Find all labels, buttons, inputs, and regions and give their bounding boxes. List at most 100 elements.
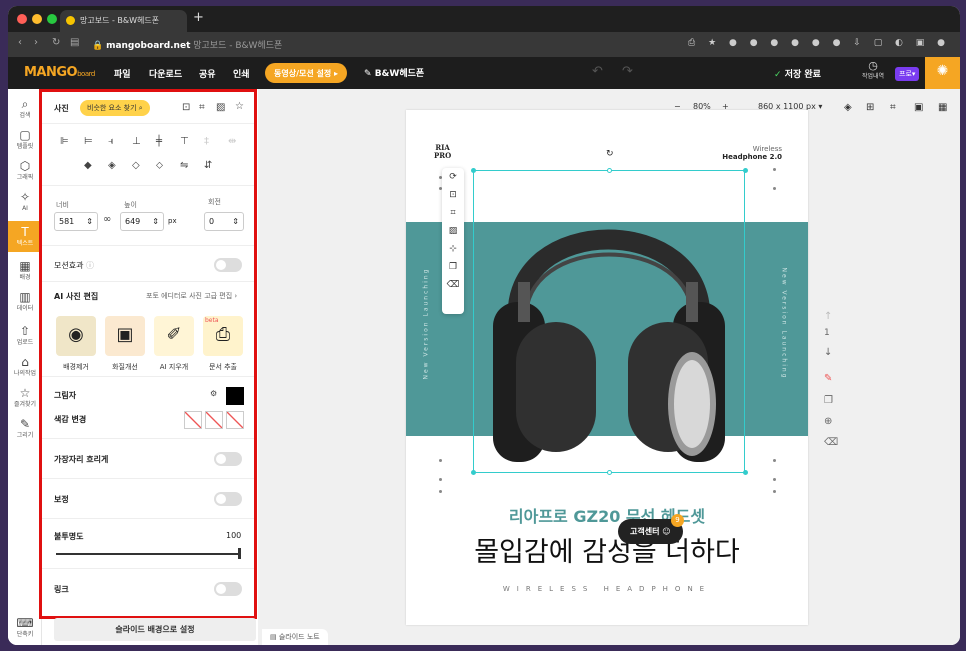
send-backward-icon[interactable]: ◇ [132,160,140,171]
align-bottom-icon[interactable]: ⊥ [132,136,141,147]
sync-icon[interactable]: ⟳ [442,168,464,186]
close-window-icon[interactable] [17,14,27,24]
image-replace-icon[interactable]: ▨ [216,102,225,113]
link-ratio-icon[interactable]: ∞ [103,214,111,225]
shortcut-button[interactable]: ⌨ 단축키 [8,616,42,639]
design-headline[interactable]: 몰입감에 감성을 더하다 [406,530,808,569]
browser-tab[interactable]: 망고보드 - B&W헤드폰 [60,10,187,32]
rotate-field[interactable]: 0 ⇕ [204,212,244,231]
add-page-icon[interactable]: ⊕ [824,416,832,427]
sidebar-item-favorite[interactable]: ☆ 즐겨찾기 [8,386,42,409]
color-swatch-3[interactable] [226,411,244,429]
history-button[interactable]: ◷ 작업내역 [859,60,887,82]
selection-box[interactable] [473,170,745,473]
back-icon[interactable]: ‹ [18,37,22,48]
extension-icons[interactable]: ⎙ ★ ● ● ● ● ● ● ⇩ ▢ ◐ ▣ ● [688,38,950,48]
sidebar-item-data[interactable]: ▥ 데이터 [8,290,42,313]
lock-icon[interactable]: ⊡ [442,186,464,204]
design-canvas[interactable]: RIA PRO Wireless Headphone 2.0 New Version… [406,110,808,625]
star-icon[interactable]: ☆ [235,101,244,112]
motion-toggle[interactable] [214,258,242,272]
bring-front-icon[interactable]: ◆ [84,160,92,171]
sidebar-item-graphic[interactable]: ⬡ 그래픽 [8,159,42,182]
blur-edge-toggle[interactable] [214,452,242,466]
copy-icon[interactable]: ❐ [442,258,464,276]
reader-icon[interactable]: ▤ [70,37,79,48]
sidebar-item-background[interactable]: ▦ 배경 [8,259,42,282]
forward-icon[interactable]: › [34,37,38,48]
align-center-icon[interactable]: ⊨ [84,136,93,147]
distribute-h-icon[interactable]: ⇹ [228,136,236,147]
doc-extract-card[interactable]: beta ⎙ [203,316,243,356]
menu-file[interactable]: 파일 [114,67,131,80]
sidebar-item-ai[interactable]: ✧ AI [8,190,42,213]
color-swatch-1[interactable] [184,411,202,429]
link-toggle[interactable] [214,582,242,596]
crop-icon[interactable]: ⌗ [442,204,464,222]
page-up-icon[interactable]: ↑ [824,311,832,322]
palette-icon[interactable]: ✎ [824,373,832,384]
menu-print[interactable]: 인쇄 [233,67,250,80]
slide-note-tab[interactable]: ▤ 슬라이드 노트 [262,629,328,645]
page-down-icon[interactable]: ↓ [824,347,832,358]
url-field[interactable]: 🔒 mangoboard.net 망고보드 - B&W헤드폰 [92,38,282,51]
sidebar-item-draw[interactable]: ✎ 그리기 [8,417,42,440]
distribute-v-icon[interactable]: ‡ [204,136,209,147]
layers-icon[interactable]: ◈ [844,102,852,113]
zoom-window-icon[interactable] [47,14,57,24]
align-left-icon[interactable]: ⊫ [60,136,69,147]
design-subtitle[interactable]: 리아프로 GZ20 무선 헤드셋 [406,503,808,527]
design-footer[interactable]: WIRELESS HEADPHONE [406,585,808,593]
bg-remove-card[interactable]: ◉ [56,316,96,356]
reload-icon[interactable]: ↻ [52,37,60,48]
undo-icon[interactable]: ↶ [592,64,603,79]
photo-editor-link[interactable]: 포토 에디터로 사진 고급 편집 › [146,291,237,301]
correction-toggle[interactable] [214,492,242,506]
shadow-color-swatch[interactable] [226,387,244,405]
sidebar-item-search[interactable]: ⌕ 검색 [8,97,42,120]
color-swatch-2[interactable] [205,411,223,429]
rotate-handle-icon[interactable]: ↻ [606,149,614,159]
sidebar-item-upload[interactable]: ⇧ 업로드 [8,324,42,347]
sidebar-item-text[interactable]: T 텍스트 [8,221,42,252]
shadow-settings-icon[interactable]: ⚙ [210,389,217,398]
opacity-slider-handle[interactable] [238,548,241,559]
ruler-icon[interactable]: ⊞ [866,102,874,113]
bring-forward-icon[interactable]: ◈ [108,160,116,171]
duplicate-page-icon[interactable]: ❐ [824,395,833,406]
lock-icon[interactable]: ⊡ [182,102,190,113]
fit-icon[interactable]: ⌗ [890,102,896,113]
opacity-slider[interactable] [56,553,240,555]
pro-badge[interactable]: 프로▾ [895,67,920,81]
menu-download[interactable]: 다운로드 [149,67,182,80]
height-field[interactable]: 649 ⇕ [120,212,164,231]
settings-gear-icon[interactable]: ✺ [925,57,960,89]
set-slide-bg-button[interactable]: 슬라이드 배경으로 설정 [54,618,256,641]
align-right-icon[interactable]: ⫣ [108,136,114,147]
flip-h-icon[interactable]: ⇋ [180,160,188,171]
flip-v-icon[interactable]: ⇵ [204,160,212,171]
grid-icon[interactable]: ▣ [914,102,923,113]
image-replace-icon[interactable]: ▨ [442,222,464,240]
align-icon[interactable]: ⊹ [442,240,464,258]
delete-page-icon[interactable]: ⌫ [824,437,838,448]
send-back-icon[interactable]: ⬦ [156,160,163,171]
find-similar-button[interactable]: 비슷한 요소 찾기 ⌕ [80,100,150,116]
width-field[interactable]: 581 ⇕ [54,212,98,231]
menu-share[interactable]: 공유 [199,67,216,80]
ai-eraser-card[interactable]: ✐ [154,316,194,356]
minimize-window-icon[interactable] [32,14,42,24]
upscale-card[interactable]: ▣ [105,316,145,356]
align-middle-icon[interactable]: ╪ [156,136,162,147]
redo-icon[interactable]: ↷ [622,64,633,79]
apps-icon[interactable]: ▦ [938,102,947,113]
motion-settings-button[interactable]: 동영상/모션 설정 ▸ [265,63,348,83]
doc-name[interactable]: ✎ B&W헤드폰 [364,66,424,79]
mango-logo[interactable]: MANGOboard [24,65,95,80]
crop-icon[interactable]: ⌗ [199,102,205,113]
new-tab-icon[interactable]: + [193,10,204,25]
align-top-icon[interactable]: ⊤ [180,136,189,147]
delete-icon[interactable]: ⌫ [442,276,464,294]
sidebar-item-template[interactable]: ▢ 템플릿 [8,128,42,151]
sidebar-item-my-work[interactable]: ⌂ 나의작업 [8,355,42,378]
